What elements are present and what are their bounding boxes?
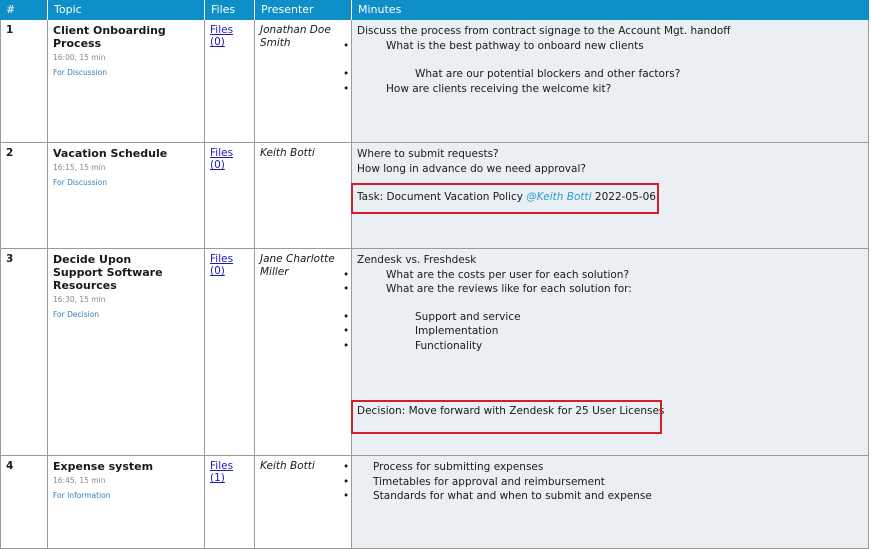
- minutes-bullet: Timetables for approval and reimbursemen…: [343, 475, 863, 490]
- minutes-intro: Zendesk vs. Freshdesk: [357, 254, 477, 266]
- topic-title: Decide Upon Support Software Resources: [53, 253, 163, 292]
- col-header-presenter: Presenter: [255, 0, 352, 20]
- files-link[interactable]: Files (1): [210, 460, 233, 484]
- topic-title: Expense system: [53, 460, 154, 473]
- minutes-bullet: What is the best pathway to onboard new …: [343, 39, 863, 54]
- minutes-bullet: How are clients receiving the welcome ki…: [343, 82, 863, 97]
- minutes-bullet: Standards for what and when to submit an…: [343, 489, 863, 504]
- minutes-sub-bullet: Implementation: [343, 324, 863, 339]
- col-header-files: Files: [205, 0, 255, 20]
- topic-category: For Discussion: [53, 68, 107, 77]
- presenter-cell: Keith Botti: [255, 143, 352, 249]
- topic-time: 16:45, 15 min: [53, 476, 106, 485]
- table-row-num: 3: [0, 249, 48, 456]
- topic-cell: Client Onboarding Process 16:00, 15 min …: [48, 20, 205, 143]
- minutes-line: How long in advance do we need approval?: [357, 162, 586, 175]
- topic-cell: Expense system 16:45, 15 min For Informa…: [48, 456, 205, 549]
- files-link[interactable]: Files (0): [210, 253, 233, 277]
- task-highlight-box: [351, 183, 659, 214]
- minutes-line: Where to submit requests?: [357, 148, 499, 160]
- files-cell: Files (0): [205, 143, 255, 249]
- topic-cell: Decide Upon Support Software Resources 1…: [48, 249, 205, 456]
- topic-category: For Discussion: [53, 178, 107, 187]
- table-row-num: 4: [0, 456, 48, 549]
- minutes-bullet: What are the reviews like for each solut…: [343, 282, 863, 297]
- minutes-bullet: Process for submitting expenses: [343, 460, 863, 475]
- table-row-num: 2: [0, 143, 48, 249]
- files-link[interactable]: Files (0): [210, 24, 233, 48]
- topic-time: 16:00, 15 min: [53, 53, 106, 62]
- minutes-sub-bullet: Support and service: [343, 310, 863, 325]
- minutes-cell: Process for submitting expenses Timetabl…: [343, 456, 869, 549]
- topic-category: For Information: [53, 491, 111, 500]
- presenter-cell: Keith Botti: [255, 456, 352, 549]
- minutes-cell: Discuss the process from contract signag…: [343, 20, 869, 143]
- minutes-bullet: What are the costs per user for each sol…: [343, 268, 863, 283]
- decision-highlight-box: [351, 400, 662, 434]
- files-link[interactable]: Files (0): [210, 147, 233, 171]
- files-cell: Files (0): [205, 20, 255, 143]
- topic-title: Client Onboarding Process: [53, 24, 166, 50]
- topic-time: 16:30, 15 min: [53, 295, 106, 304]
- files-cell: Files (0): [205, 249, 255, 456]
- minutes-intro: Discuss the process from contract signag…: [357, 25, 731, 37]
- topic-title: Vacation Schedule: [53, 147, 168, 160]
- table-row-num: 1: [0, 20, 48, 143]
- topic-time: 16:15, 15 min: [53, 163, 106, 172]
- col-header-topic: Topic: [48, 0, 205, 20]
- minutes-sub-bullet: Functionality: [343, 339, 863, 354]
- presenter-cell: Jonathan Doe Smith: [255, 20, 352, 143]
- col-header-minutes: Minutes: [352, 0, 869, 20]
- topic-category: For Decision: [53, 310, 100, 319]
- topic-cell: Vacation Schedule 16:15, 15 min For Disc…: [48, 143, 205, 249]
- minutes-sub-bullet: What are our potential blockers and othe…: [343, 67, 863, 82]
- presenter-cell: Jane Charlotte Miller: [255, 249, 352, 456]
- col-header-num: #: [0, 0, 48, 20]
- files-cell: Files (1): [205, 456, 255, 549]
